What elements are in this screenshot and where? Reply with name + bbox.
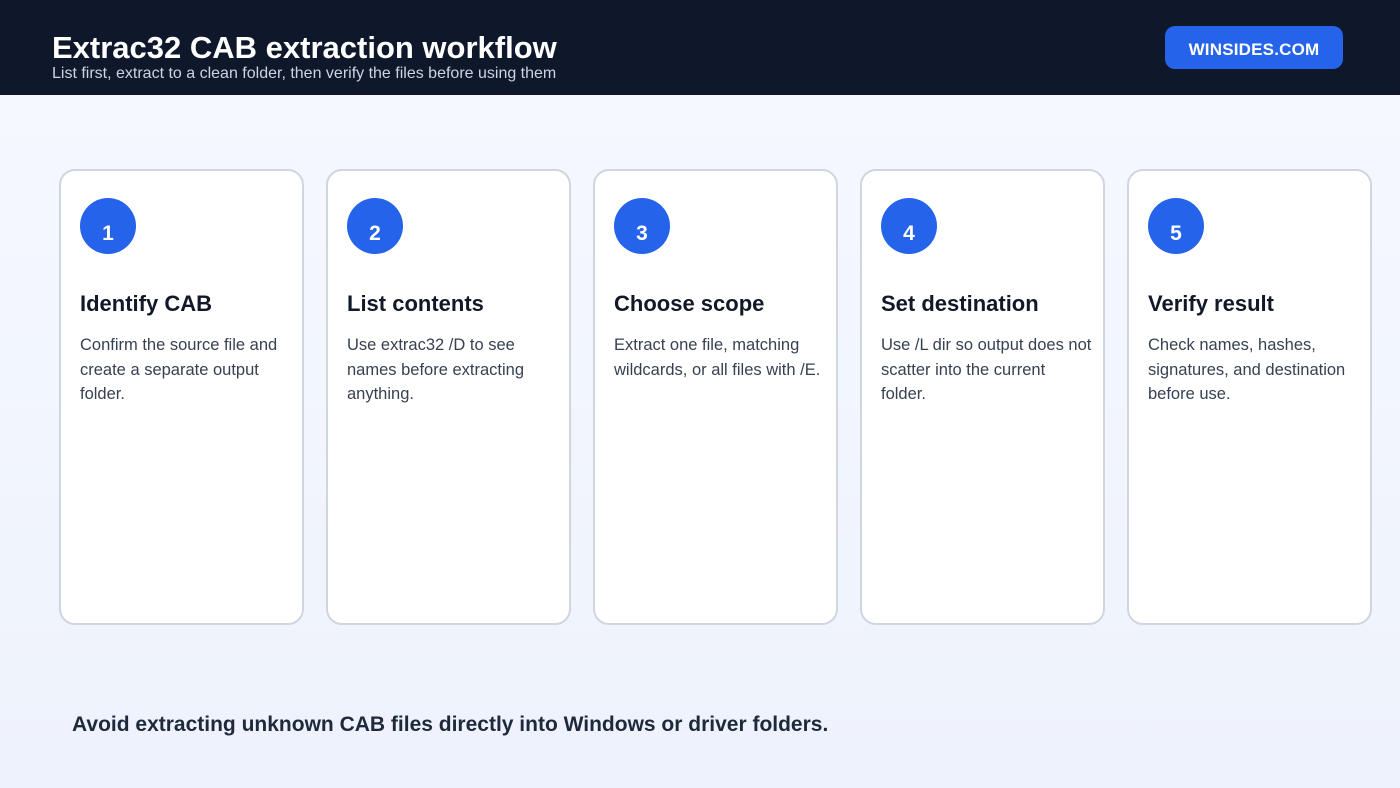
step-card-set-destination: 4 Set destination Use /L dir so output d… [860,169,1105,625]
step-description: Check names, hashes, signatures, and des… [1148,336,1346,403]
step-card-choose-scope: 3 Choose scope Extract one file, matchin… [593,169,838,625]
step-description: Use /L dir so output does not scatter in… [881,336,1092,403]
step-title: Identify CAB [80,291,212,316]
header-bar: Extrac32 CAB extraction workflow List fi… [0,0,1400,95]
step-title: Verify result [1148,291,1274,316]
brand-badge-link[interactable]: WINSIDES.COM [1165,26,1343,69]
step-card-verify-result: 5 Verify result Check names, hashes, sig… [1127,169,1372,625]
step-card-list-contents: 2 List contents Use extrac32 /D to see n… [326,169,571,625]
step-number-badge: 2 [347,198,403,254]
page-title: Extrac32 CAB extraction workflow [52,30,557,65]
step-card-identify-cab: 1 Identify CAB Confirm the source file a… [59,169,304,625]
step-number-badge: 1 [80,198,136,254]
step-description: Extract one file, matching wildcards, or… [614,336,821,379]
step-number-badge: 5 [1148,198,1204,254]
step-description: Use extrac32 /D to see names before extr… [347,336,525,403]
step-title: List contents [347,291,484,316]
step-title: Choose scope [614,291,765,316]
step-number-badge: 4 [881,198,937,254]
step-title: Set destination [881,291,1039,316]
workflow-steps: 1 Identify CAB Confirm the source file a… [59,169,1373,625]
step-description: Confirm the source file and create a sep… [80,336,278,403]
step-number-badge: 3 [614,198,670,254]
page-subtitle: List first, extract to a clean folder, t… [52,65,557,82]
warning-note: Avoid extracting unknown CAB files direc… [72,713,829,736]
